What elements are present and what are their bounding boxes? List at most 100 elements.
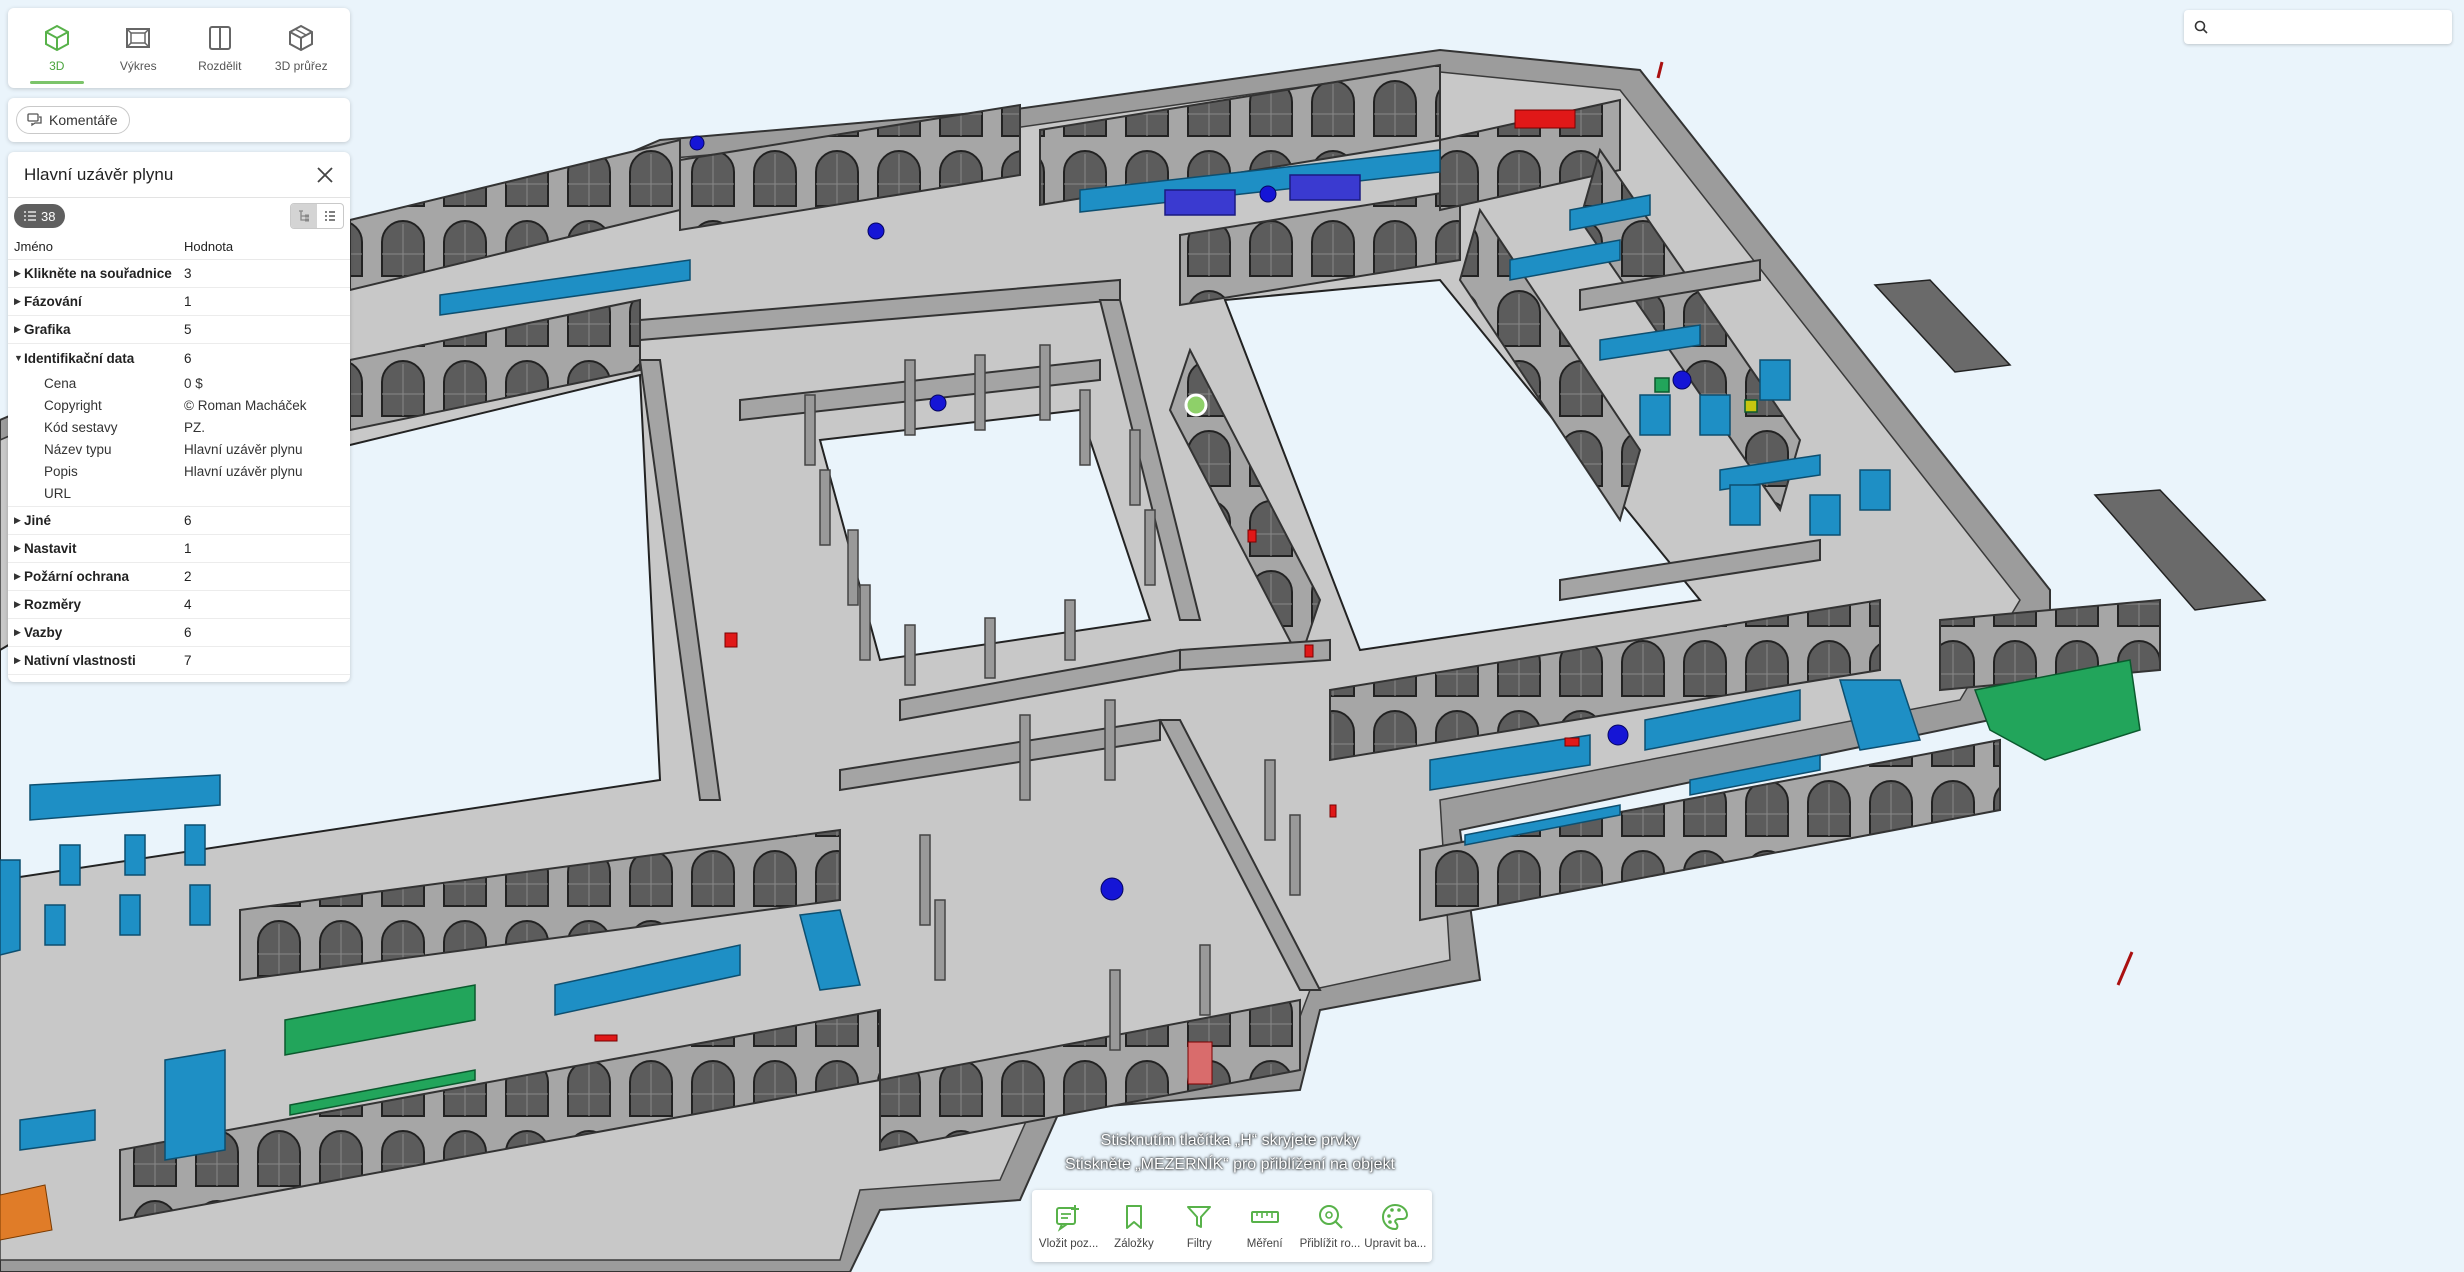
- add-comment-icon: [1055, 1205, 1079, 1232]
- group-name: Klikněte na souřadnice: [24, 266, 172, 281]
- group-count: 4: [184, 597, 192, 612]
- property-name: Cena: [44, 375, 77, 391]
- group-name: Rozměry: [24, 597, 82, 612]
- comments-panel: Komentáře: [8, 98, 350, 142]
- search-input[interactable]: [2216, 19, 2452, 35]
- search-box: [2184, 10, 2452, 44]
- cube-icon: [44, 24, 69, 52]
- property-group-row[interactable]: ▶ Požární ochrana 2: [8, 563, 350, 591]
- bookmark-icon: [1125, 1205, 1142, 1229]
- tab-label: Rozdělit: [198, 59, 242, 73]
- selected-element-marker[interactable]: [1184, 393, 1208, 417]
- comments-button[interactable]: Komentáře: [16, 106, 131, 134]
- comment-icon: [27, 113, 42, 127]
- filters-button[interactable]: Filtry: [1167, 1202, 1231, 1250]
- filter-icon: [1187, 1206, 1212, 1228]
- property-group-row-expanded[interactable]: ▼ Identifikační data 6: [8, 344, 350, 372]
- property-group-row[interactable]: ▶ Nativní vlastnosti 7: [8, 647, 350, 675]
- comments-label: Komentáře: [49, 112, 118, 128]
- value-column-header: Hodnota: [184, 239, 234, 254]
- caret-down-icon: ▼: [14, 353, 23, 363]
- caret-right-icon: ▶: [14, 627, 21, 637]
- property-group-row[interactable]: ▶ Rozměry 4: [8, 591, 350, 619]
- tab-split[interactable]: Rozdělit: [179, 8, 261, 88]
- group-name: Požární ochrana: [24, 569, 130, 584]
- group-name: Identifikační data: [24, 350, 135, 366]
- group-name: Jiné: [24, 513, 52, 528]
- model-viewport[interactable]: [0, 0, 2464, 1272]
- toolbar-label: Filtry: [1186, 1238, 1212, 1250]
- zoom-icon: [1318, 1205, 1343, 1229]
- list-icon: [24, 211, 36, 221]
- caret-right-icon: ▶: [14, 515, 21, 525]
- property-item: Copyright © Roman Macháček: [8, 394, 350, 416]
- property-value: Hlavní uzávěr plynu: [184, 441, 303, 457]
- property-name: Copyright: [44, 397, 102, 413]
- property-group-row[interactable]: ▶ Vazby 6: [8, 619, 350, 647]
- caret-right-icon: ▶: [14, 599, 21, 609]
- caret-right-icon: ▶: [14, 296, 21, 306]
- property-item: Kód sestavy PZ.: [8, 416, 350, 438]
- property-name: Název typu: [44, 441, 112, 457]
- property-value: Hlavní uzávěr plynu: [184, 463, 303, 479]
- ruler-icon: [1250, 1211, 1279, 1223]
- properties-header: Hlavní uzávěr plynu: [8, 152, 350, 198]
- toolbar-label: Měření: [1246, 1238, 1283, 1250]
- hint-hide-elements: Stisknutím tlačítka „H“ skryjete prvky: [1100, 1132, 1360, 1149]
- zoom-button[interactable]: Přiblížit ro...: [1298, 1202, 1362, 1250]
- measurement-button[interactable]: Měření: [1233, 1202, 1297, 1250]
- toolbar-label: Záložky: [1114, 1238, 1154, 1250]
- group-name: Grafika: [24, 322, 71, 337]
- tab-drawing[interactable]: Výkres: [98, 8, 180, 88]
- hint-zoom-to-object: Stiskněte „MEZERNÍK“ pro přiblížení na o…: [1065, 1156, 1395, 1173]
- toolbar-label: Vložit poz...: [1038, 1238, 1099, 1250]
- properties-title: Hlavní uzávěr plynu: [24, 164, 174, 184]
- tab-label: Výkres: [119, 59, 157, 73]
- group-count: 2: [184, 569, 192, 584]
- property-group-row[interactable]: ▶ Grafika 5: [8, 316, 350, 344]
- group-count: 1: [184, 541, 192, 556]
- group-count: 6: [184, 350, 192, 366]
- property-value: © Roman Macháček: [184, 397, 307, 413]
- tab-3d-section[interactable]: 3D průřez: [261, 8, 343, 88]
- edit-colors-button[interactable]: Upravit ba...: [1363, 1202, 1427, 1250]
- property-count-badge[interactable]: 38: [14, 204, 66, 228]
- toolbar-label: Přiblížit ro...: [1299, 1238, 1361, 1250]
- group-count: 1: [184, 294, 192, 309]
- building-model-3d[interactable]: [0, 0, 2464, 1272]
- property-item: Název typu Hlavní uzávěr plynu: [8, 438, 350, 460]
- tab-3d[interactable]: 3D: [16, 8, 98, 88]
- split-icon: [208, 26, 231, 50]
- property-group-row[interactable]: ▶ Jiné 6: [8, 507, 350, 535]
- bookmarks-button[interactable]: Záložky: [1102, 1202, 1166, 1250]
- view-mode-toggle: [290, 203, 344, 229]
- properties-panel: Hlavní uzávěr plynu 38 Jméno Hodnota ▶ K…: [8, 152, 350, 682]
- caret-right-icon: ▶: [14, 655, 21, 665]
- properties-toolbar: 38: [8, 198, 350, 234]
- drawing-icon: [126, 28, 151, 48]
- property-item: Cena 0 $: [8, 372, 350, 394]
- property-group-row[interactable]: ▶ Nastavit 1: [8, 535, 350, 563]
- close-button[interactable]: [312, 162, 338, 188]
- group-count: 6: [184, 513, 192, 528]
- caret-right-icon: ▶: [14, 543, 21, 553]
- caret-right-icon: ▶: [14, 571, 21, 581]
- caret-right-icon: ▶: [14, 324, 21, 334]
- property-group-row[interactable]: ▶ Fázování 1: [8, 288, 350, 316]
- list-view-icon: [325, 211, 335, 221]
- group-count: 7: [184, 653, 192, 668]
- tree-view-icon: [299, 210, 309, 222]
- property-item: Popis Hlavní uzávěr plynu: [8, 460, 350, 482]
- group-name: Nativní vlastnosti: [24, 653, 136, 668]
- property-name: Kód sestavy: [44, 419, 118, 435]
- list-view-button[interactable]: [317, 204, 343, 228]
- section-cube-icon: [289, 24, 314, 52]
- tree-view-button[interactable]: [291, 204, 317, 228]
- property-group-row[interactable]: ▶ Klikněte na souřadnice 3: [8, 260, 350, 288]
- tab-label: 3D průřez: [274, 59, 328, 73]
- view-switcher: 3D Výkres Rozdělit 3D průřez: [8, 8, 350, 88]
- add-comment-button[interactable]: Vložit poz...: [1037, 1202, 1101, 1250]
- group-count: 5: [184, 322, 192, 337]
- toolbar-label: Upravit ba...: [1364, 1238, 1427, 1250]
- property-value: 0 $: [184, 375, 203, 391]
